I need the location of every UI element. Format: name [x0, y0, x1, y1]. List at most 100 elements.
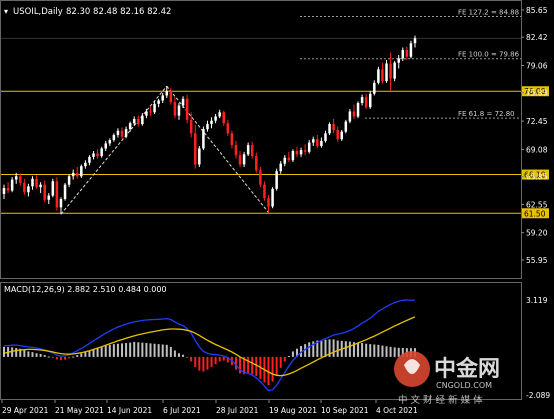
candle-bear	[255, 156, 258, 171]
candle-bull	[80, 166, 83, 177]
candle-bull	[210, 120, 213, 125]
candle-bear	[238, 155, 242, 165]
candle-bull	[88, 156, 91, 163]
candle-bull	[397, 58, 400, 63]
macd-histogram-bar	[133, 341, 136, 357]
macd-histogram-bar	[214, 356, 217, 365]
candle-bear	[120, 130, 124, 137]
symbol-timeframe: USOIL,Daily	[13, 7, 63, 17]
macd-histogram-bar	[218, 356, 221, 362]
candle-bull	[283, 157, 287, 164]
slogan: 中 文 财 经 新 媒 体	[398, 394, 483, 406]
candle-bear	[43, 184, 46, 200]
candle-bull	[116, 130, 120, 135]
macd-histogram-bar	[182, 354, 185, 357]
candle-bear	[149, 111, 152, 113]
fib-label: FE 61.8 = 72.80	[458, 110, 515, 118]
candle-bull	[393, 62, 396, 79]
candle-bull	[67, 176, 71, 185]
candle-bear	[364, 97, 368, 108]
macd-histogram-bar	[332, 339, 335, 357]
candle-bear	[55, 181, 59, 208]
candle-bear	[389, 63, 392, 79]
macd-histogram-bar	[222, 356, 225, 361]
macd-histogram-bar	[206, 356, 209, 370]
macd-histogram-bar	[234, 356, 237, 370]
candle-bear	[316, 139, 319, 146]
time-tick-label: 28 Jul 2021	[216, 406, 259, 415]
time-tick-label: 29 Apr 2021	[2, 406, 49, 415]
macd-histogram-bar	[186, 356, 189, 358]
macd-histogram-bar	[198, 356, 201, 371]
macd-histogram-bar	[51, 356, 54, 358]
logo-subtext: CNGOLD.COM	[436, 381, 492, 390]
macd-histogram-bar	[320, 340, 323, 357]
candle-bull	[218, 112, 221, 117]
candle-bear	[303, 150, 307, 152]
candle-bull	[328, 124, 331, 134]
candle-bull	[181, 98, 185, 106]
candle-bull	[340, 131, 344, 140]
macd-histogram-bar	[64, 356, 67, 360]
macd-histogram-bar	[23, 349, 26, 357]
macd-histogram-bar	[369, 344, 372, 357]
candle-bull	[356, 103, 360, 117]
macd-histogram-bar	[141, 342, 144, 357]
candle-bull	[71, 172, 75, 177]
candle-bull	[10, 179, 14, 191]
macd-histogram-bar	[100, 346, 103, 357]
candle-bull	[409, 43, 413, 57]
candle-bear	[250, 145, 254, 157]
macd-histogram-bar	[381, 345, 384, 357]
candle-bull	[51, 181, 55, 196]
candle-bull	[198, 148, 201, 165]
macd-histogram-bar	[43, 355, 46, 357]
candle-bear	[173, 102, 177, 116]
candle-bull	[145, 111, 148, 116]
macd-histogram-bar	[104, 345, 107, 357]
candle-bull	[165, 91, 169, 96]
macd-histogram-bar	[357, 342, 360, 357]
candle-bull	[214, 116, 217, 121]
candle-bull	[413, 38, 417, 44]
macd-histogram-bar	[373, 344, 376, 357]
price-tick-label: 55.95	[526, 256, 548, 265]
candle-bull	[401, 49, 405, 59]
candle-bull	[63, 184, 67, 199]
candle-bull	[246, 145, 250, 155]
price-tick-label: 65.85	[526, 173, 548, 182]
macd-histogram-bar	[96, 347, 99, 357]
candle-bull	[177, 105, 181, 116]
macd-histogram-bar	[149, 343, 152, 357]
time-tick-label: 10 Sep 2021	[321, 406, 369, 415]
candle-bull	[299, 150, 303, 155]
candle-bull	[141, 115, 144, 125]
candle-bull	[84, 162, 87, 167]
macd-histogram-bar	[76, 355, 79, 357]
macd-histogram-bar	[190, 356, 193, 362]
time-tick-label: 4 Oct 2021	[376, 406, 418, 415]
macd-histogram-bar	[202, 356, 205, 372]
macd-histogram-bar	[283, 356, 286, 362]
macd-histogram-bar	[210, 356, 213, 367]
macd-histogram-bar	[291, 351, 294, 357]
candle-bull	[242, 154, 246, 165]
candle-bull	[124, 129, 128, 137]
macd-histogram-bar	[165, 344, 168, 357]
candle-bear	[336, 129, 339, 140]
candle-bull	[104, 143, 107, 149]
macd-histogram-bar	[137, 342, 140, 357]
macd-histogram-bar	[3, 346, 5, 357]
candle-bull	[344, 121, 348, 132]
macd-histogram-bar	[247, 356, 250, 374]
macd-histogram-bar	[39, 353, 42, 357]
candle-bull	[92, 153, 95, 157]
macd-histogram-bar	[27, 351, 30, 357]
macd-histogram-bar	[377, 344, 380, 357]
candle-bull	[202, 129, 205, 149]
candle-bull	[324, 133, 327, 141]
macd-histogram-bar	[279, 356, 282, 368]
price-tick-label: 85.65	[526, 6, 548, 15]
candle-bear	[226, 123, 230, 134]
price-tick-label: 69.08	[526, 145, 548, 154]
